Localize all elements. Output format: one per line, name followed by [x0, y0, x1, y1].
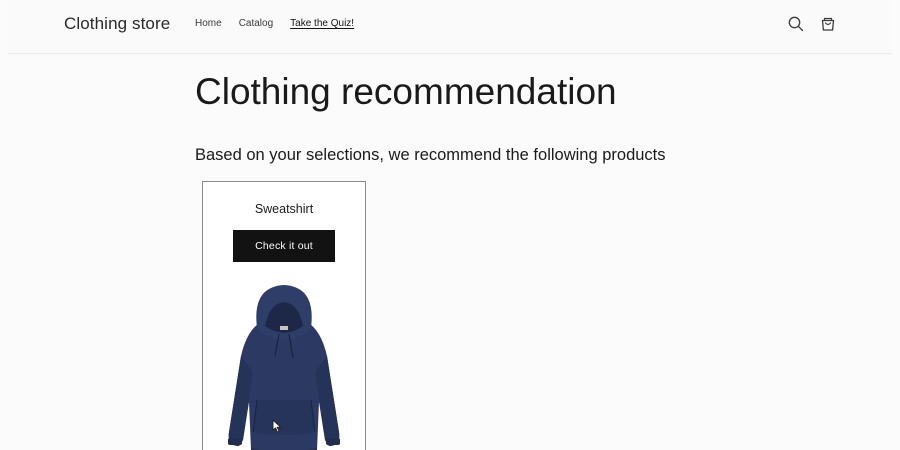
page: Clothing store Home Catalog Take the Qui…: [0, 0, 900, 450]
mouse-cursor-icon: [272, 419, 282, 433]
store-logo[interactable]: Clothing store: [64, 14, 170, 34]
check-it-out-button[interactable]: Check it out: [233, 230, 335, 262]
product-name: Sweatshirt: [254, 202, 314, 216]
cart-button[interactable]: [818, 14, 838, 34]
nav-quiz-link[interactable]: Take the Quiz!: [290, 18, 354, 29]
site-header: Clothing store Home Catalog Take the Qui…: [8, 0, 892, 54]
page-title: Clothing recommendation: [195, 71, 617, 112]
product-card[interactable]: Sweatshirt Check it out: [202, 181, 366, 450]
nav-catalog-link[interactable]: Catalog: [239, 18, 273, 29]
hoodie-image: [228, 285, 340, 450]
main-nav: Home Catalog Take the Quiz!: [195, 18, 354, 29]
cart-icon: [821, 17, 835, 31]
search-button[interactable]: [786, 14, 806, 34]
nav-home-link[interactable]: Home: [195, 18, 222, 29]
page-subtitle: Based on your selections, we recommend t…: [195, 146, 666, 164]
search-icon: [788, 16, 804, 32]
product-image[interactable]: [213, 282, 355, 450]
